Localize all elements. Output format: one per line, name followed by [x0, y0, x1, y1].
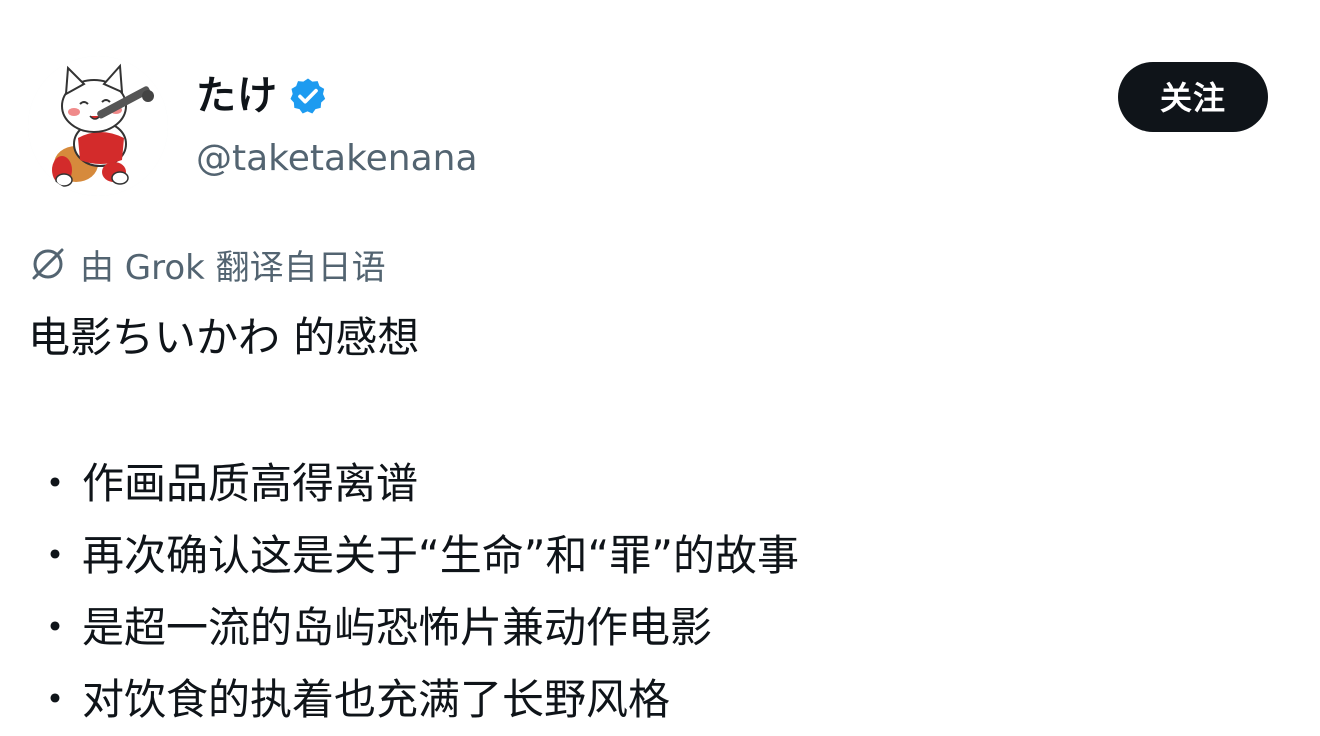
- bullet-text: 再次确认这是关于“生命”和“罪”的故事: [82, 531, 800, 580]
- grok-icon: [28, 244, 68, 284]
- bullet-text: 是超一流的岛屿恐怖片兼动作电影: [82, 603, 713, 652]
- avatar-cat-guitar-image: [28, 56, 168, 196]
- tweet-text: 电影ちいかわ 的感想 ・ 作画品质高得离谱 ・ 再次确认这是关于“生命”和“罪”…: [28, 306, 1292, 736]
- handle[interactable]: @taketakenana: [196, 134, 478, 184]
- bullet-item: ・ 再次确认这是关于“生命”和“罪”的故事: [28, 520, 1292, 592]
- bullet-dot: ・: [33, 459, 76, 508]
- translation-label: 由 Grok 翻译自日语: [80, 247, 386, 288]
- bullet-dot: ・: [33, 603, 76, 652]
- author-names: たけ @taketakenana: [196, 68, 478, 184]
- bullet-item: ・ 对饮食的执着也充满了长野风格: [28, 664, 1292, 736]
- translation-notice[interactable]: 由 Grok 翻译自日语: [28, 240, 386, 288]
- verified-badge-icon[interactable]: [288, 76, 328, 116]
- bullet-dot: ・: [33, 675, 76, 724]
- bullet-text: 作画品质高得离谱: [82, 459, 419, 508]
- bullet-item: ・ 作画品质高得离谱: [28, 448, 1292, 520]
- avatar[interactable]: [28, 56, 168, 196]
- display-name[interactable]: たけ: [196, 68, 278, 124]
- bullet-list: ・ 作画品质高得离谱 ・ 再次确认这是关于“生命”和“罪”的故事 ・ 是超一流的…: [28, 448, 1292, 736]
- bullet-dot: ・: [33, 531, 76, 580]
- follow-button[interactable]: 关注: [1118, 62, 1268, 132]
- tweet-title: 电影ちいかわ 的感想: [28, 313, 420, 362]
- bullet-item: ・ 是超一流的岛屿恐怖片兼动作电影: [28, 592, 1292, 664]
- display-name-row: たけ: [196, 68, 478, 124]
- tweet-header: たけ @taketakenana 关注: [28, 56, 1292, 196]
- bullet-text: 对饮食的执着也充满了长野风格: [82, 675, 671, 724]
